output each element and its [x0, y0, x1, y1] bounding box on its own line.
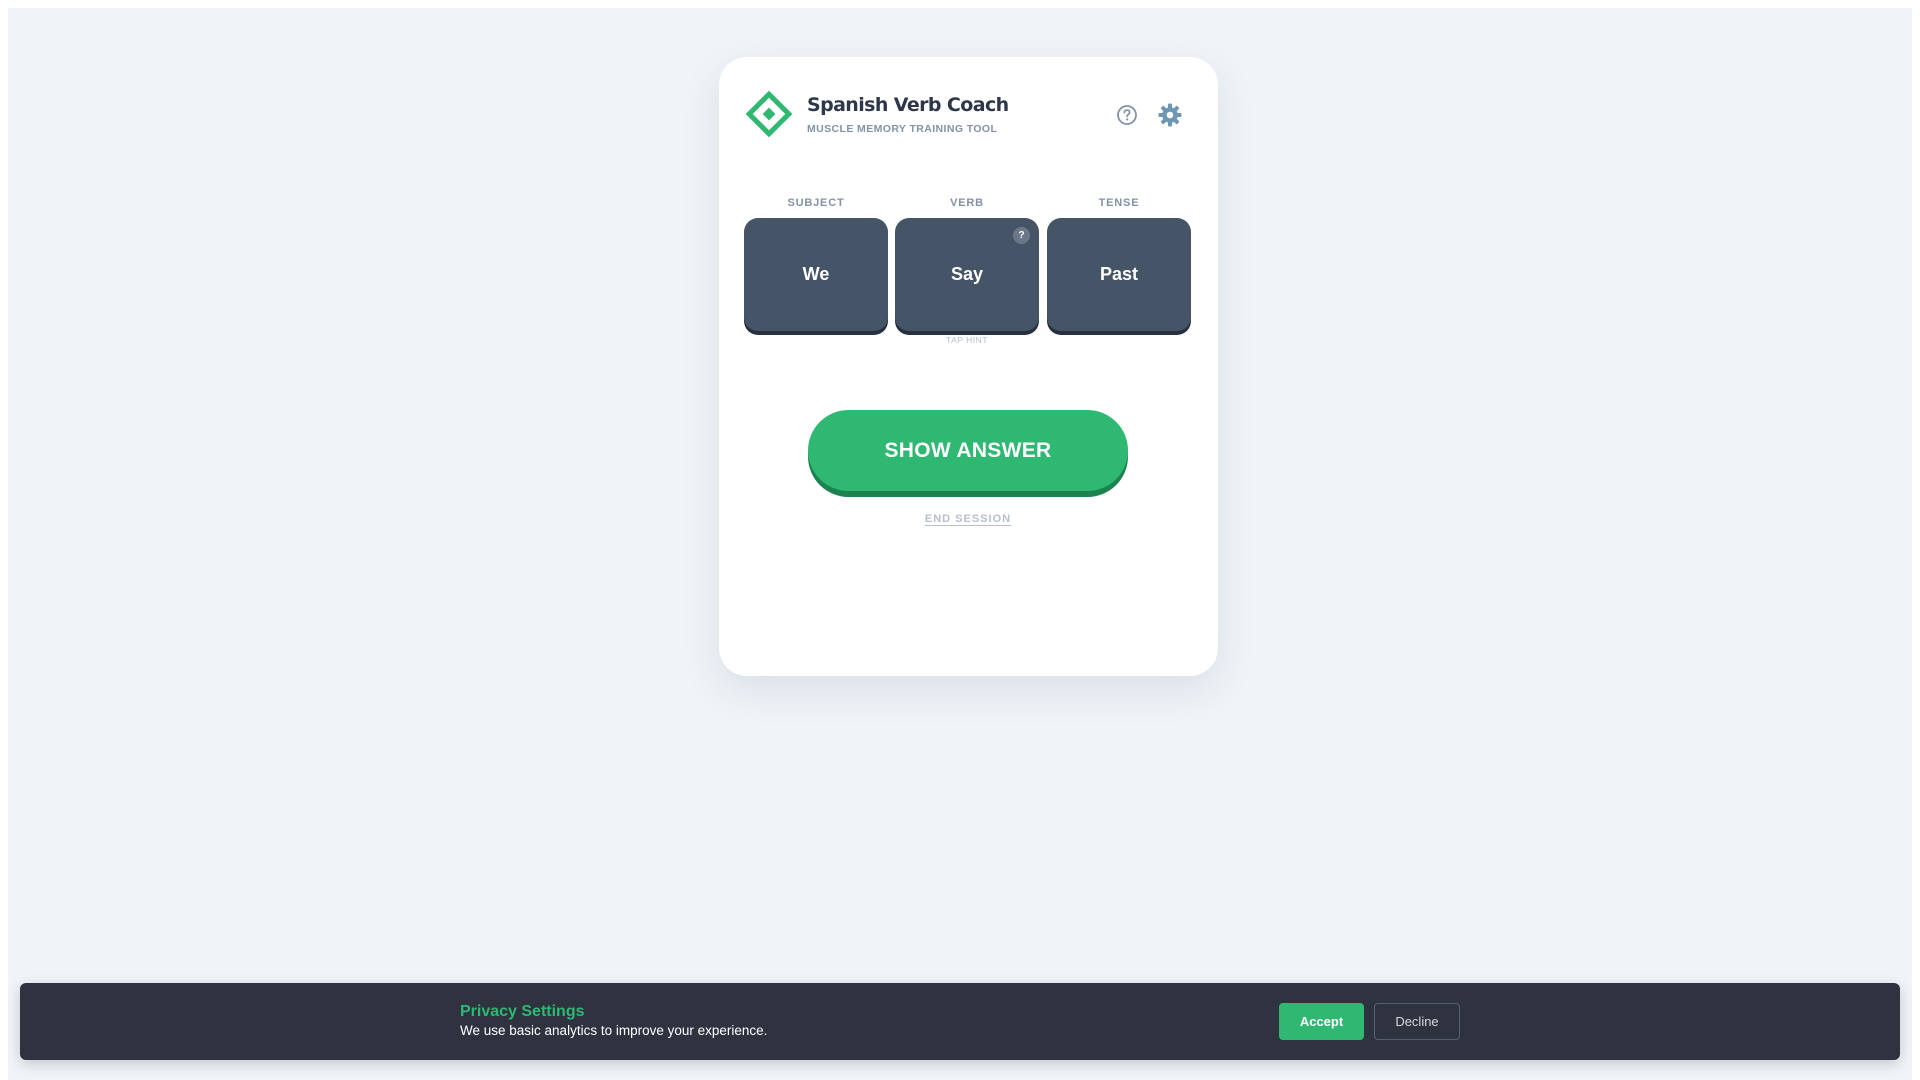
verb-value: Say [950, 264, 984, 284]
trainer-card: Spanish Verb Coach MUSCLE MEMORY TRAININ… [719, 57, 1218, 676]
hint-badge[interactable]: ? [1013, 227, 1030, 244]
subject-label: SUBJECT [787, 197, 845, 209]
privacy-title: Privacy Settings [460, 1003, 585, 1020]
tense-value: Past [1099, 264, 1139, 284]
help-button[interactable] [1113, 101, 1141, 129]
help-circle-icon [1117, 105, 1137, 125]
privacy-text: We use basic analytics to improve your e… [460, 1023, 768, 1038]
tense-label: TENSE [1098, 197, 1140, 209]
app-title: Spanish Verb Coach [807, 94, 1009, 116]
decline-button[interactable]: Decline [1374, 1003, 1460, 1040]
show-answer-button[interactable]: SHOW ANSWER [808, 410, 1128, 491]
app-subtitle: MUSCLE MEMORY TRAINING TOOL [807, 123, 998, 135]
diamond-logo-icon [746, 91, 792, 137]
subject-value: We [802, 264, 830, 284]
verb-label: VERB [950, 197, 984, 209]
subject-tile[interactable]: We [744, 218, 888, 331]
gear-icon [1158, 103, 1182, 127]
accept-button[interactable]: Accept [1279, 1003, 1364, 1040]
verb-tile[interactable]: Say ? [895, 218, 1039, 331]
privacy-banner: Privacy Settings We use basic analytics … [20, 983, 1900, 1060]
settings-button[interactable] [1156, 101, 1184, 129]
tense-tile[interactable]: Past [1047, 218, 1191, 331]
end-session-link[interactable]: END SESSION [908, 513, 1028, 525]
app-background: Spanish Verb Coach MUSCLE MEMORY TRAININ… [8, 8, 1912, 1080]
tap-hint-label[interactable]: TAP HINT [895, 335, 1039, 345]
